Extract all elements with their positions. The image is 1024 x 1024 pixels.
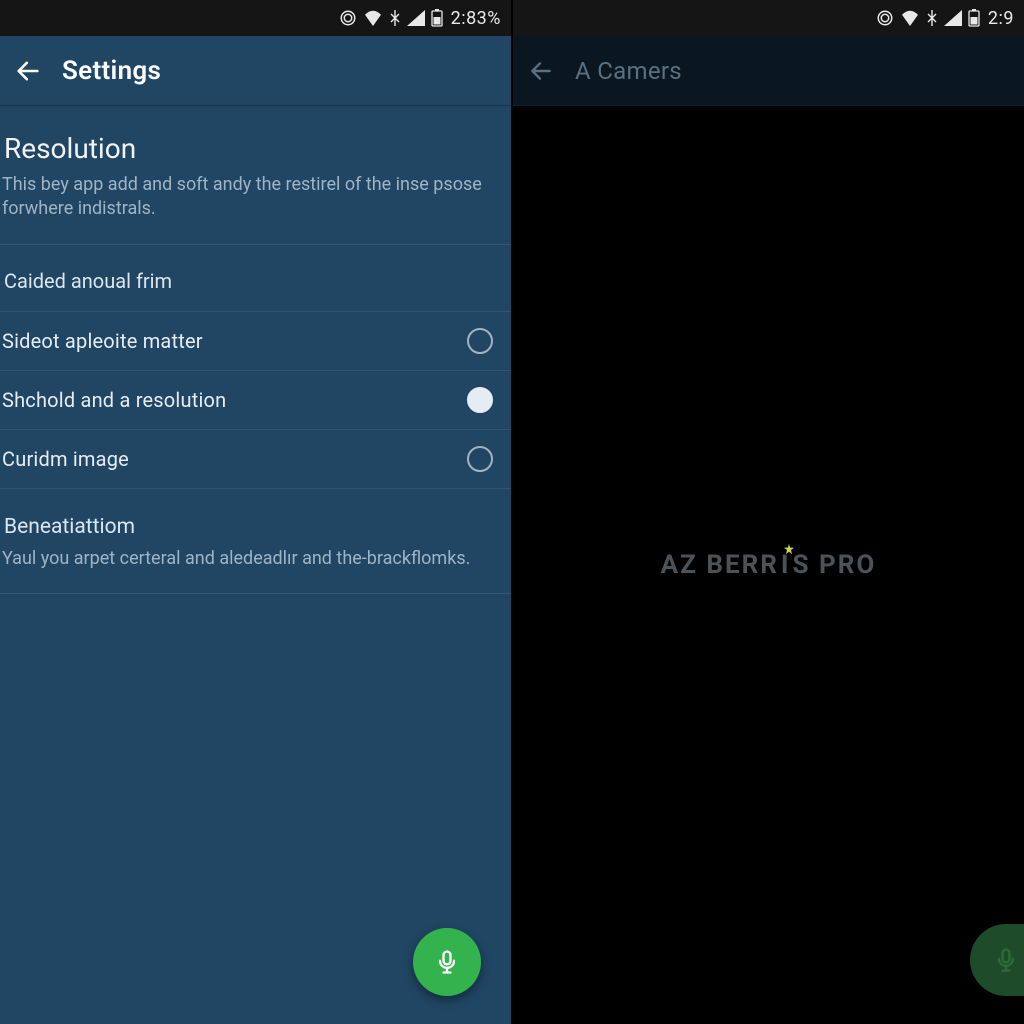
network-icon bbox=[389, 10, 401, 26]
page-title: Settings bbox=[62, 56, 161, 86]
section-resolution-desc: This bey app add and soft andy the resti… bbox=[0, 173, 511, 244]
battery-text: 2:83% bbox=[451, 8, 501, 29]
network-icon bbox=[926, 10, 938, 26]
option-row[interactable]: Curidm image bbox=[0, 430, 511, 489]
options-list: Sideot apleoite matter Shchold and a reso… bbox=[0, 311, 511, 489]
watermark-logo: AZ BERRIS PRO bbox=[661, 550, 877, 580]
option-row[interactable]: Shchold and a resolution bbox=[0, 371, 511, 430]
status-bar: 2:83% bbox=[0, 0, 511, 36]
settings-body: Resolution This bey app add and soft and… bbox=[0, 106, 511, 1024]
section-beneatiattiom-desc: Yaul you arpet certeral and aledeadlır a… bbox=[0, 547, 511, 593]
right-screen: 2:9 A Camers AZ BERRIS PRO bbox=[513, 0, 1024, 1024]
section-resolution-title: Resolution bbox=[0, 132, 511, 173]
timer-icon bbox=[339, 9, 357, 27]
record-fab[interactable] bbox=[413, 928, 481, 996]
back-button[interactable] bbox=[521, 51, 561, 91]
timer-icon bbox=[876, 9, 894, 27]
wifi-icon bbox=[900, 10, 920, 26]
status-bar: 2:9 bbox=[513, 0, 1024, 36]
left-screen: 2:83% Settings Resolution This bey app a… bbox=[0, 0, 513, 1024]
camera-body: AZ BERRIS PRO bbox=[513, 106, 1024, 1024]
battery-icon bbox=[431, 9, 443, 27]
signal-icon bbox=[944, 10, 962, 26]
app-bar: A Camers bbox=[513, 36, 1024, 106]
signal-icon bbox=[407, 10, 425, 26]
group-label: Caided anoual frim bbox=[0, 245, 511, 311]
battery-text: 2:9 bbox=[988, 8, 1014, 29]
battery-icon bbox=[968, 9, 980, 27]
wifi-icon bbox=[363, 10, 383, 26]
page-title: A Camers bbox=[575, 57, 682, 85]
radio-button[interactable] bbox=[467, 446, 493, 472]
app-bar: Settings bbox=[0, 36, 511, 106]
option-label: Shchold and a resolution bbox=[2, 388, 226, 412]
option-label: Sideot apleoite matter bbox=[2, 329, 203, 353]
divider bbox=[0, 593, 511, 594]
option-row[interactable]: Sideot apleoite matter bbox=[0, 311, 511, 371]
radio-button[interactable] bbox=[467, 328, 493, 354]
section-beneatiattiom-title: Beneatiattiom bbox=[0, 489, 511, 547]
radio-button[interactable] bbox=[467, 387, 493, 413]
back-button[interactable] bbox=[8, 51, 48, 91]
option-label: Curidm image bbox=[2, 447, 129, 471]
